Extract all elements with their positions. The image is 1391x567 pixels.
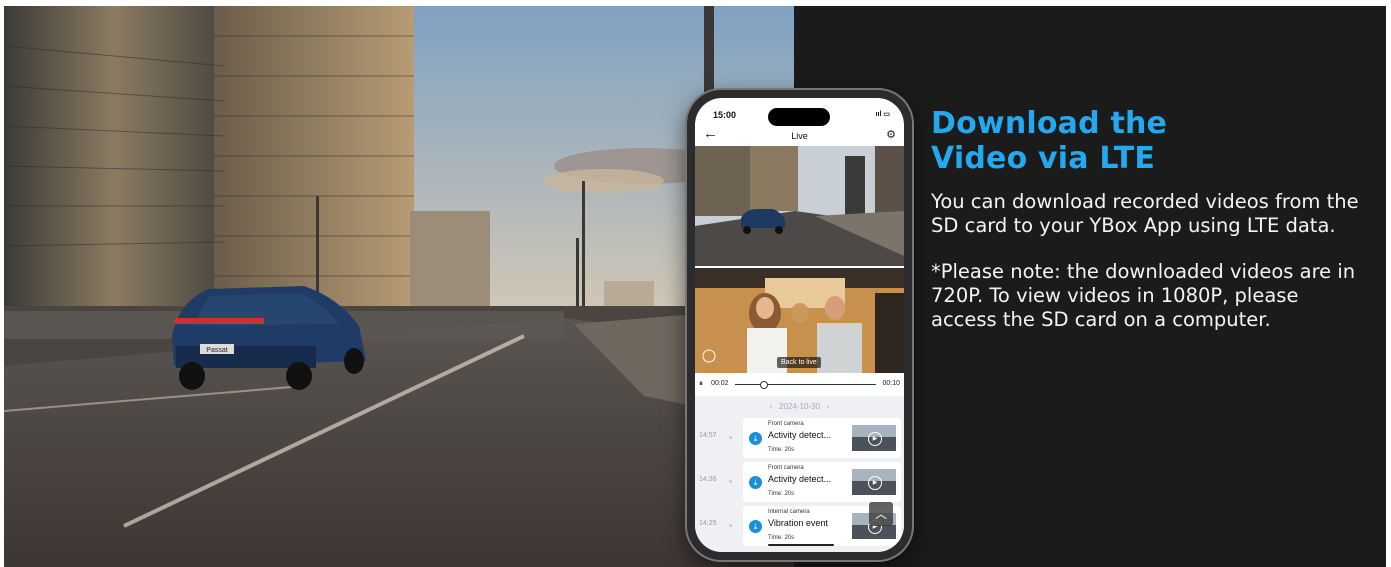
- play-icon[interactable]: ▶: [868, 476, 882, 490]
- download-icon[interactable]: ⤓: [749, 520, 762, 533]
- chevron-left-icon[interactable]: ‹: [770, 402, 773, 411]
- scroll-to-top-icon[interactable]: ︿: [869, 502, 893, 526]
- event-thumbnail[interactable]: ▶: [852, 425, 896, 451]
- event-card[interactable]: ⤓ Front camera Activity detect... Time: …: [743, 462, 901, 502]
- dynamic-island: [768, 108, 830, 126]
- event-camera: Front camera: [768, 421, 804, 427]
- event-time: 14:57: [699, 432, 717, 439]
- playback-end-time: 00:10: [882, 380, 900, 387]
- event-camera: Internal camera: [768, 509, 810, 515]
- promo-banner: Passat Download the Video via LTE You ca…: [4, 6, 1386, 567]
- timeline-dot: [729, 480, 732, 483]
- phone-mockup: 15:00 ııl ▭ ← Live ⚙ Back to live ⏸ 00:0…: [687, 90, 912, 560]
- back-to-live-button[interactable]: Back to live: [777, 357, 821, 368]
- download-icon[interactable]: ⤓: [749, 476, 762, 489]
- event-time: 14:36: [699, 476, 717, 483]
- date-selector: ‹ 2024-10-30 ›: [695, 402, 904, 411]
- event-thumbnail[interactable]: ▶: [852, 469, 896, 495]
- playback-track[interactable]: [735, 384, 876, 385]
- front-camera-feed[interactable]: [695, 146, 904, 266]
- event-list: ‹ 2024-10-30 › 14:57 ⤓ Front camera Acti…: [695, 396, 904, 552]
- playback-bar: ⏸ 00:02 00:10: [695, 374, 904, 396]
- description-text: You can download recorded videos from th…: [931, 190, 1359, 237]
- timeline-dot: [729, 524, 732, 527]
- play-icon[interactable]: ▶: [868, 432, 882, 446]
- note-text: *Please note: the downloaded videos are …: [931, 260, 1356, 331]
- status-time: 15:00: [713, 110, 737, 120]
- event-time: 14:25: [699, 520, 717, 527]
- city-road-illustration: Passat: [4, 6, 794, 567]
- event-title: Activity detect...: [768, 474, 832, 484]
- playback-start-time: 00:02: [711, 380, 729, 387]
- live-title: Live: [791, 131, 808, 141]
- home-indicator: [768, 544, 834, 546]
- gear-icon[interactable]: ⚙: [886, 128, 896, 141]
- event-title: Vibration event: [768, 518, 828, 528]
- headline: Download the Video via LTE: [931, 106, 1361, 176]
- driving-scene-photo: Passat: [4, 6, 794, 567]
- chevron-right-icon[interactable]: ›: [827, 402, 830, 411]
- text-panel: Download the Video via LTE You can downl…: [931, 106, 1361, 354]
- pause-icon[interactable]: ⏸: [699, 379, 703, 389]
- headline-line-1: Download the: [931, 106, 1168, 141]
- app-screen: 15:00 ııl ▭ ← Live ⚙ Back to live ⏸ 00:0…: [695, 98, 904, 552]
- download-icon[interactable]: ⤓: [749, 432, 762, 445]
- playback-slider-knob[interactable]: [760, 381, 769, 389]
- signal-battery-icon: ııl ▭: [875, 111, 890, 118]
- event-duration: Time: 20s: [768, 535, 795, 541]
- event-camera: Front camera: [768, 465, 804, 471]
- date-label: 2024-10-30: [779, 402, 820, 411]
- event-title: Activity detect...: [768, 430, 832, 440]
- event-duration: Time: 20s: [768, 447, 795, 453]
- license-plate: Passat: [206, 347, 227, 354]
- timeline-dot: [729, 436, 732, 439]
- headline-line-2: Video via LTE: [931, 141, 1156, 176]
- event-card[interactable]: ⤓ Front camera Activity detect... Time: …: [743, 418, 901, 458]
- event-duration: Time: 20s: [768, 491, 795, 497]
